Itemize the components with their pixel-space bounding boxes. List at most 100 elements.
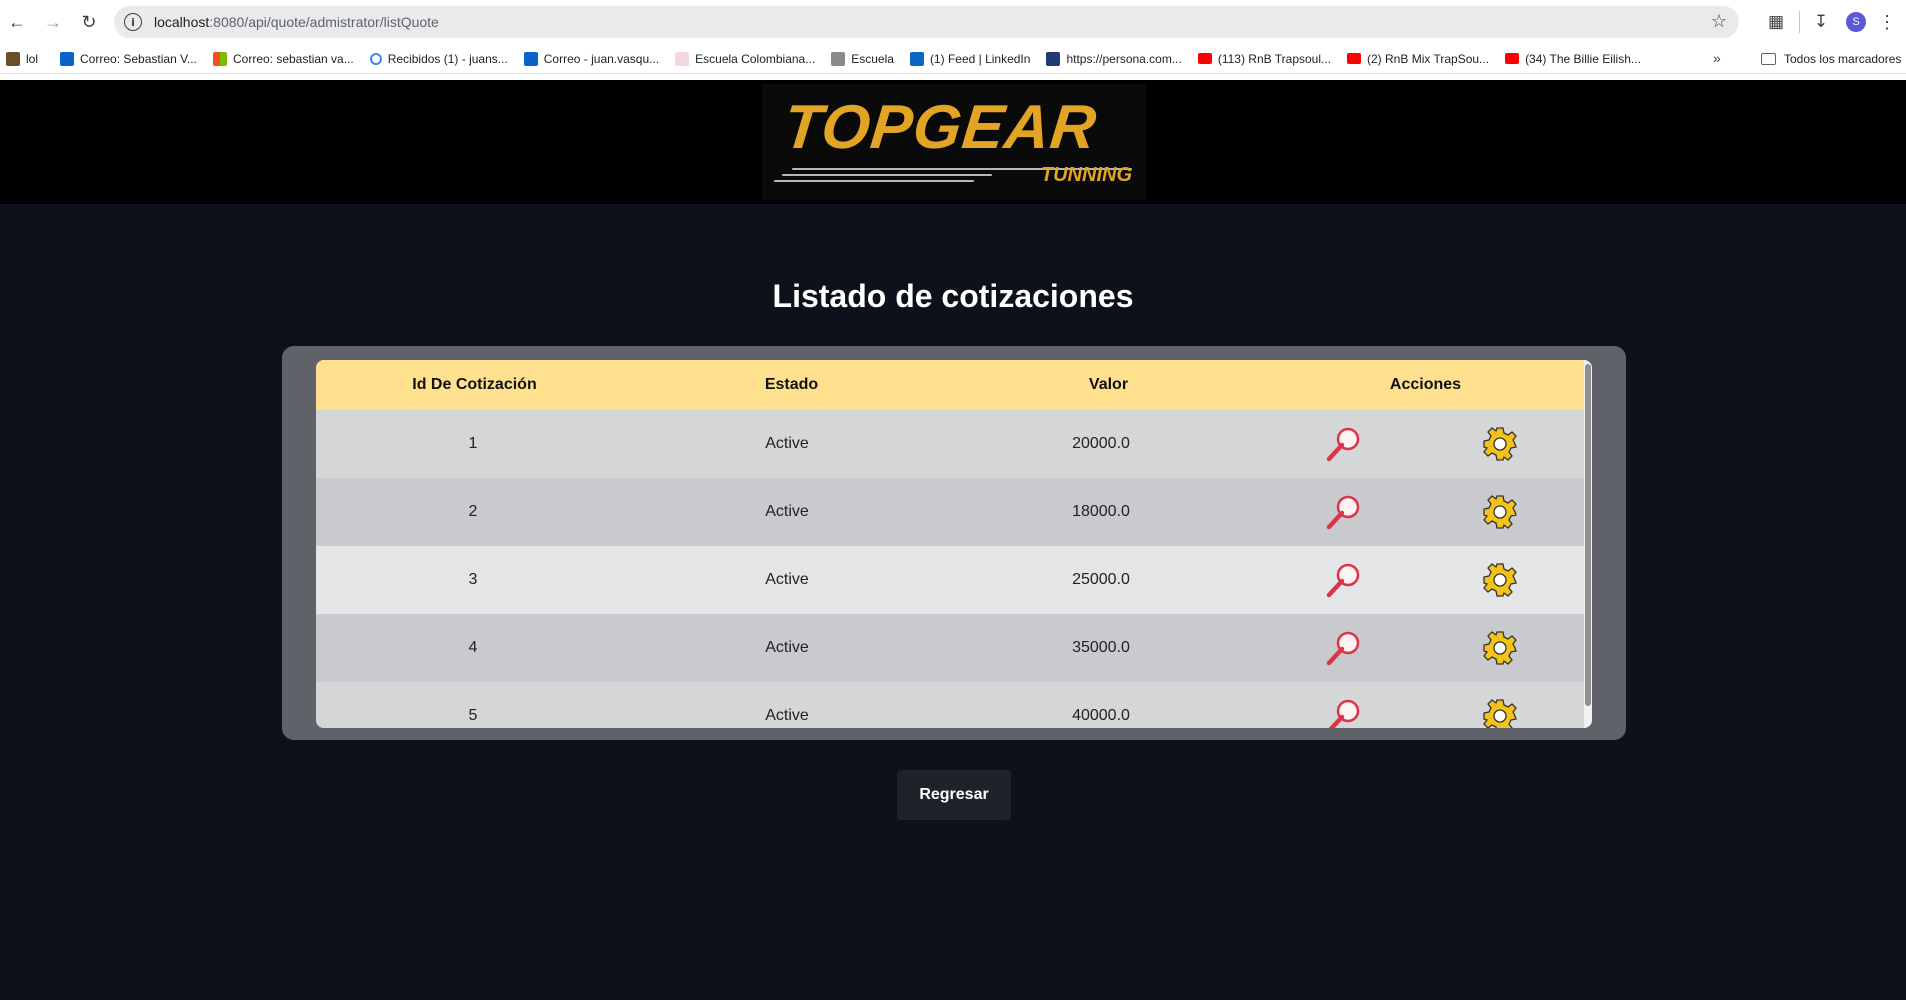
extensions-icon[interactable]: ▦	[1761, 7, 1791, 37]
reload-icon[interactable]: ↻	[75, 8, 103, 36]
bookmark-item[interactable]: Escuela Colombiana...	[675, 51, 816, 66]
cell-estado: Active	[765, 707, 809, 724]
linkedin-icon	[909, 51, 924, 66]
bookmark-label: Correo: sebastian va...	[232, 51, 354, 66]
table-row: 1 Active 20000.0	[316, 410, 1584, 478]
magnifier-icon[interactable]	[1321, 626, 1365, 670]
outlook-icon	[523, 51, 538, 66]
table-row: 4 Active 35000.0	[316, 614, 1584, 682]
bookmark-label: Correo: Sebastian V...	[80, 51, 197, 66]
bookmark-item[interactable]: Correo: sebastian va...	[212, 51, 354, 66]
cell-id: 1	[468, 435, 478, 452]
cell-id: 2	[468, 503, 478, 520]
bookmark-label: Correo - juan.vasqu...	[543, 51, 660, 66]
gear-icon[interactable]	[1478, 422, 1522, 466]
header-id: Id De Cotización	[412, 376, 537, 393]
bookmark-item[interactable]: (1) Feed | LinkedIn	[909, 51, 1031, 66]
magnifier-icon[interactable]	[1321, 422, 1365, 466]
toolbar-separator	[1799, 11, 1800, 33]
browser-right-tools: ▦ ↧ S ⋮	[1755, 0, 1906, 44]
table-body[interactable]: 1 Active 20000.0 2 Active 18000.0 3 Acti…	[316, 410, 1584, 728]
bookmark-item[interactable]: (2) RnB Mix TrapSou...	[1347, 52, 1489, 66]
youtube-icon	[1347, 53, 1362, 64]
bookmark-label: Escuela	[851, 51, 894, 66]
bookmark-item[interactable]: Correo - juan.vasqu...	[523, 51, 660, 66]
scrollbar-thumb[interactable]	[1585, 364, 1591, 706]
site-header: TOPGEAR TUNNING	[0, 80, 1906, 204]
bookmark-label: (1) Feed | LinkedIn	[929, 51, 1031, 66]
magnifier-icon[interactable]	[1321, 558, 1365, 602]
bookmark-item[interactable]: https://persona.com...	[1046, 51, 1182, 66]
cell-valor: 25000.0	[1072, 571, 1130, 588]
cell-valor: 20000.0	[1072, 435, 1130, 452]
topgear-logo: TOPGEAR TUNNING	[762, 84, 1146, 200]
table-row: 3 Active 25000.0	[316, 546, 1584, 614]
browser-toolbar: ← → ↻ i localhost:8080/api/quote/admistr…	[0, 0, 1906, 44]
bookmark-label: (34) The Billie Eilish...	[1525, 51, 1641, 66]
logo-sub-text: TUNNING	[1040, 164, 1132, 186]
address-bar[interactable]: i localhost:8080/api/quote/admistrator/l…	[114, 6, 1739, 38]
bookmarks-more-icon[interactable]: »	[1713, 50, 1721, 66]
youtube-icon	[1197, 53, 1212, 64]
profile-avatar[interactable]: S	[1846, 12, 1866, 32]
table-row: 2 Active 18000.0	[316, 478, 1584, 546]
bookmark-star-icon[interactable]: ☆	[1711, 11, 1727, 32]
logo-stripe	[774, 180, 974, 182]
bookmark-label: Escuela Colombiana...	[695, 51, 816, 66]
bookmark-label: lol	[26, 51, 39, 66]
outlook-icon	[60, 51, 75, 66]
back-arrow-icon[interactable]: ←	[3, 8, 31, 36]
all-bookmarks-button[interactable]: Todos los marcadores	[1761, 44, 1901, 74]
gear-icon[interactable]	[1478, 626, 1522, 670]
gear-icon[interactable]	[1478, 694, 1522, 728]
menu-dots-icon[interactable]: ⋮	[1874, 12, 1900, 33]
url-text[interactable]: localhost:8080/api/quote/admistrator/lis…	[154, 14, 439, 30]
cell-valor: 18000.0	[1072, 503, 1130, 520]
lol-favicon-icon	[6, 51, 20, 66]
url-host: localhost	[154, 14, 210, 30]
cell-estado: Active	[765, 571, 809, 588]
forward-arrow-icon[interactable]: →	[39, 8, 67, 36]
bookmarks-bar: lol Correo: Sebastian V... Correo: sebas…	[0, 44, 1906, 74]
cell-actions	[1258, 614, 1584, 682]
cell-valor: 40000.0	[1072, 707, 1130, 724]
site-info-icon[interactable]: i	[124, 13, 142, 31]
page-title: Listado de cotizaciones	[772, 278, 1134, 314]
bookmark-item[interactable]: (113) RnB Trapsoul...	[1197, 51, 1332, 66]
escuela-favicon-icon	[675, 51, 690, 66]
cell-actions	[1258, 410, 1584, 478]
back-button[interactable]: Regresar	[897, 770, 1011, 820]
magnifier-icon[interactable]	[1321, 694, 1365, 728]
bookmark-label: (113) RnB Trapsoul...	[1217, 51, 1332, 66]
table-header: Id De Cotización Estado Valor Acciones	[316, 360, 1584, 410]
bookmark-item[interactable]: Correo: Sebastian V...	[60, 51, 197, 66]
cell-valor: 35000.0	[1072, 639, 1130, 656]
header-valor: Valor	[1088, 376, 1129, 393]
quotes-table: Id De Cotización Estado Valor Acciones 1…	[316, 360, 1592, 728]
school-favicon-icon	[831, 51, 846, 66]
page-body: TOPGEAR TUNNING Listado de cotizaciones …	[0, 80, 1906, 1000]
table-frame: Id De Cotización Estado Valor Acciones 1…	[282, 346, 1626, 740]
microsoft-icon	[212, 51, 227, 66]
gear-icon[interactable]	[1478, 490, 1522, 534]
download-icon[interactable]: ↧	[1806, 7, 1836, 37]
folder-icon	[1761, 53, 1776, 65]
bookmark-label: (2) RnB Mix TrapSou...	[1367, 51, 1490, 66]
bookmark-item[interactable]: Recibidos (1) - juans...	[369, 52, 508, 66]
cell-id: 5	[468, 707, 478, 724]
gear-icon[interactable]	[1478, 558, 1522, 602]
cell-actions	[1258, 546, 1584, 614]
cell-actions	[1258, 682, 1584, 728]
bookmark-item[interactable]: (34) The Billie Eilish...	[1505, 52, 1641, 66]
bookmark-item[interactable]: lol	[6, 51, 39, 66]
cell-id: 3	[468, 571, 478, 588]
logo-main-text: TOPGEAR	[780, 93, 1101, 162]
bookmark-item[interactable]: Escuela	[831, 51, 894, 66]
cell-estado: Active	[765, 503, 809, 520]
google-icon	[369, 52, 382, 65]
magnifier-icon[interactable]	[1321, 490, 1365, 534]
table-scrollbar[interactable]	[1584, 360, 1592, 728]
logo-stripe	[782, 174, 992, 176]
bookmark-label: https://persona.com...	[1066, 51, 1182, 66]
table-row: 5 Active 40000.0	[316, 682, 1584, 728]
